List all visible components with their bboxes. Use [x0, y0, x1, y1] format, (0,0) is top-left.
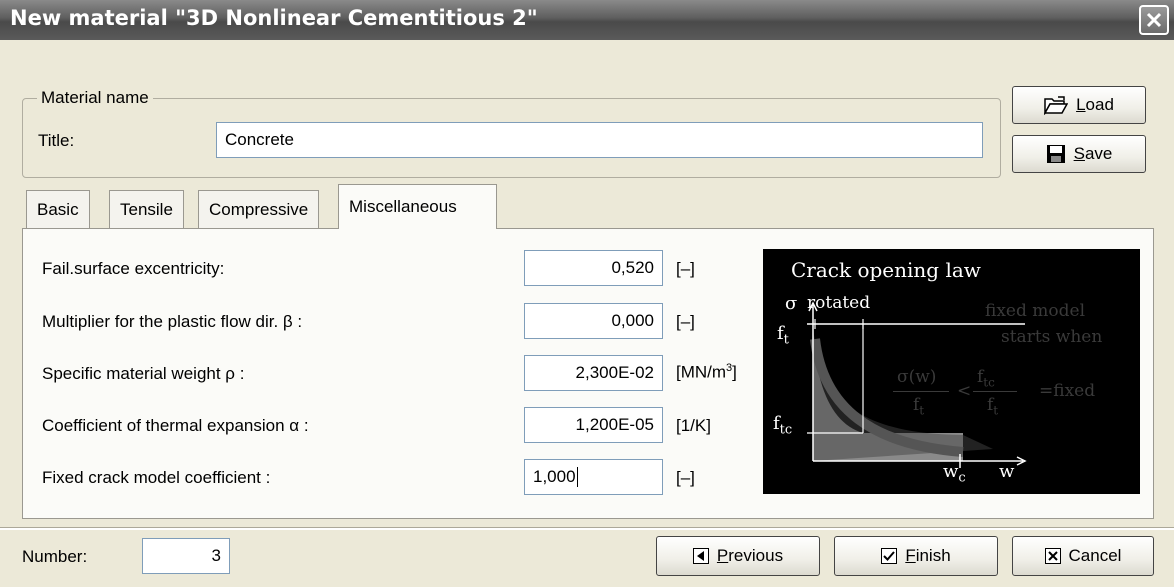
field-label-thermal: Coefficient of thermal expansion α :: [42, 416, 309, 435]
weight-value: 2,300E-02: [575, 363, 654, 382]
finish-mnemonic: F: [905, 546, 916, 565]
excentricity-value: 0,520: [611, 258, 654, 277]
number-value: 3: [211, 546, 221, 565]
window-titlebar: New material "3D Nonlinear Cementitious …: [0, 0, 1174, 40]
load-label: oad: [1085, 95, 1114, 114]
excentricity-unit: [–]: [676, 259, 695, 278]
fixed-condition-formula: σ(w) ft < ftc ft =fixed: [893, 367, 1113, 427]
title-label: Title:: [38, 131, 75, 150]
finish-label: inish: [915, 546, 951, 565]
checkmark-icon: [881, 548, 898, 564]
finish-button[interactable]: Finish: [834, 536, 998, 576]
tab-miscellaneous-label: Miscellaneous: [349, 197, 457, 216]
title-input-value: Concrete: [225, 130, 294, 149]
close-button[interactable]: [1139, 5, 1169, 35]
formula-eq: =fixed: [1039, 381, 1096, 401]
cancel-label: Cancel: [1068, 546, 1122, 565]
fixed-model-label-1: fixed model: [985, 301, 1086, 321]
number-label: Number:: [22, 547, 88, 566]
tab-basic[interactable]: Basic: [26, 190, 90, 228]
fixed-model-label-2: starts when: [1001, 327, 1103, 347]
previous-label: revious: [728, 546, 784, 565]
number-input[interactable]: 3: [142, 538, 230, 574]
w-label: w: [999, 461, 1015, 482]
formula-num-right: ftc: [977, 367, 995, 390]
diagram-title: Crack opening law: [791, 258, 981, 282]
rotated-label: rotated: [807, 293, 871, 313]
field-label-excentricity: Fail.surface excentricity:: [42, 259, 225, 278]
tab-miscellaneous[interactable]: Miscellaneous: [338, 184, 497, 229]
load-mnemonic: L: [1076, 95, 1086, 114]
previous-button[interactable]: Previous: [656, 536, 820, 576]
field-label-plastic-flow: Multiplier for the plastic flow dir. β :: [42, 312, 303, 331]
tab-compressive[interactable]: Compressive: [198, 190, 320, 228]
crack-opening-diagram: Crack opening law σ rotated fixed model …: [763, 249, 1140, 494]
cancel-button[interactable]: Cancel: [1012, 536, 1154, 576]
save-button[interactable]: Save: [1012, 135, 1146, 173]
formula-den-right: ft: [987, 395, 999, 418]
formula-lt: <: [957, 381, 972, 401]
previous-mnemonic: P: [716, 546, 729, 565]
tab-compressive-label: Compressive: [209, 199, 309, 219]
ftc-label: ftc: [773, 413, 793, 438]
arrow-left-icon: [692, 548, 709, 564]
title-input[interactable]: Concrete: [216, 122, 983, 158]
plastic-flow-value: 0,000: [611, 311, 654, 330]
text-cursor: [576, 467, 578, 487]
sigma-label: σ: [785, 293, 798, 314]
excentricity-input[interactable]: 0,520: [524, 250, 663, 286]
ft-label: ft: [777, 323, 789, 348]
save-label: ave: [1084, 144, 1113, 163]
window-title: New material "3D Nonlinear Cementitious …: [10, 6, 538, 30]
thermal-unit: [1/K]: [676, 416, 711, 435]
group-legend: Material name: [37, 88, 153, 108]
load-button[interactable]: Load: [1012, 86, 1146, 124]
plastic-flow-input[interactable]: 0,000: [524, 303, 663, 339]
open-folder-icon: [1044, 96, 1069, 115]
fixed-crack-unit: [–]: [676, 468, 695, 487]
tab-tensile-label: Tensile: [120, 199, 173, 219]
plastic-flow-unit: [–]: [676, 312, 695, 331]
cancel-x-icon: [1044, 548, 1061, 564]
wc-label: wc: [943, 461, 966, 486]
weight-input[interactable]: 2,300E-02: [524, 355, 663, 391]
fixed-crack-input[interactable]: 1,000: [524, 459, 663, 495]
close-icon: [1146, 12, 1162, 28]
floppy-disk-icon: [1046, 145, 1065, 163]
thermal-input[interactable]: 1,200E-05: [524, 407, 663, 443]
formula-num-left: σ(w): [897, 367, 937, 387]
weight-unit: [MN/m3]: [676, 362, 737, 382]
field-label-weight: Specific material weight ρ :: [42, 364, 245, 383]
footer-separator: [0, 527, 1174, 530]
thermal-value: 1,200E-05: [575, 415, 654, 434]
tab-basic-label: Basic: [37, 199, 79, 219]
tab-tensile[interactable]: Tensile: [109, 190, 184, 228]
field-label-fixed-crack: Fixed crack model coefficient :: [42, 468, 271, 487]
formula-den-left: ft: [913, 395, 925, 418]
fixed-crack-value: 1,000: [533, 467, 576, 486]
save-mnemonic: S: [1073, 144, 1085, 163]
